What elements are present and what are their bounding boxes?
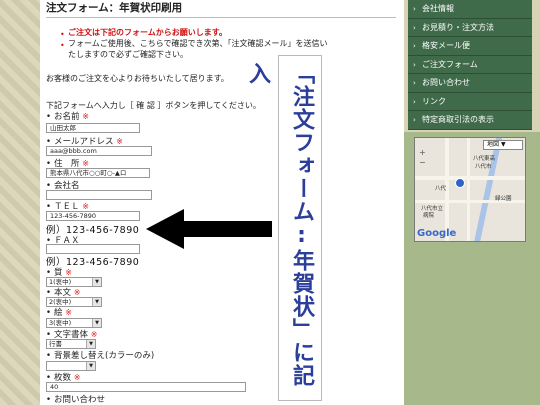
chevron-right-icon: › — [413, 5, 416, 13]
map-zoom-controls: + − — [419, 148, 426, 168]
background-select[interactable]: ▼ — [46, 361, 96, 371]
callout-box: 「注文フォーム:年賀状」に記入 — [245, 55, 322, 401]
dropdown-arrow-icon: ▼ — [86, 362, 95, 370]
map-pin-icon[interactable] — [455, 178, 465, 188]
chevron-right-icon: › — [413, 97, 416, 106]
page-background-left — [0, 0, 40, 405]
nav-item-estimate[interactable]: › お見積り・注文方法 — [408, 18, 532, 37]
tel-input[interactable]: 123-456-7890 — [46, 211, 140, 221]
callout-text: 「注文フォーム:年賀状」に記入 — [245, 62, 314, 387]
notice-text-line-1: フォームご使用後、こちらで確認でき次第、「注文確認メール」を送信い — [68, 39, 328, 48]
name-input[interactable]: 山田太郎 — [46, 123, 140, 133]
chevron-right-icon: › — [413, 23, 416, 32]
notice-red: ご注文は下記のフォームからお願いします。 — [68, 28, 227, 37]
zoom-out-icon[interactable]: − — [419, 158, 426, 168]
required-mark: ※ — [73, 288, 81, 297]
zoom-in-icon[interactable]: + — [419, 148, 426, 158]
nav-item-company[interactable]: › 会社情報 — [408, 0, 532, 19]
map-label: 病院 — [423, 213, 435, 219]
address-input[interactable]: 熊本県八代市○○町○-▲ロ — [46, 168, 150, 178]
map-type-select[interactable]: 地図 ▼ — [483, 140, 523, 150]
chevron-right-icon: › — [413, 60, 416, 69]
email-input[interactable]: aaa@bbb.com — [46, 146, 152, 156]
google-logo: Google — [417, 228, 457, 239]
nav-item-order-form[interactable]: › ご注文フォーム — [408, 55, 532, 74]
required-mark: ※ — [65, 268, 72, 277]
map-label: 緑公園 — [495, 196, 512, 202]
notice-text-line-2: たしますので必ずご確認下さい。 — [68, 50, 188, 59]
fax-input[interactable] — [46, 244, 140, 254]
nav-item-contact[interactable]: › お問い合わせ — [408, 74, 532, 93]
required-mark: ※ — [116, 137, 123, 146]
sidebar-nav: › 会社情報 › お見積り・注文方法 › 格安メール便 › ご注文フォーム › お問い合わ… — [408, 0, 532, 130]
chevron-right-icon: › — [413, 42, 416, 50]
required-mark: ※ — [82, 202, 89, 211]
company-input[interactable] — [46, 190, 152, 200]
required-mark: ※ — [82, 112, 89, 121]
map-label: 八代市 — [475, 164, 492, 170]
chevron-right-icon: › — [413, 116, 416, 124]
dropdown-arrow-icon: ▼ — [92, 298, 101, 306]
google-map[interactable]: 地図 ▼ + − 八代東高 八代市 八代 八代市立 病院 緑公園 Google — [414, 137, 526, 242]
count-input[interactable]: 40 — [46, 382, 246, 392]
map-road — [467, 138, 470, 241]
map-label: 八代東高 — [473, 156, 496, 162]
nav-item-mail[interactable]: › 格安メール便 — [408, 37, 532, 56]
dropdown-arrow-icon: ▼ — [92, 278, 101, 286]
bullet-icon: • — [60, 30, 65, 39]
nav-item-link[interactable]: › リンク — [408, 92, 532, 111]
chevron-right-icon: › — [413, 79, 416, 87]
bullet-icon: • — [60, 41, 65, 50]
picture-label: • 絵 ※ — [46, 308, 72, 318]
required-mark: ※ — [73, 373, 81, 382]
map-label: 八代 — [435, 186, 447, 192]
required-mark: ※ — [90, 330, 98, 339]
dropdown-arrow-icon: ▼ — [500, 141, 506, 148]
nav-item-legal[interactable]: › 特定商取引法の表示 — [408, 111, 532, 130]
background-label: • 背景差し替え(カラーのみ) — [46, 351, 155, 361]
required-mark: ※ — [82, 159, 89, 168]
main-content: 注文フォーム：年賀状印刷用 • ご注文は下記のフォームからお願いします。 • フ… — [40, 0, 404, 405]
dropdown-arrow-icon: ▼ — [92, 319, 101, 327]
name-label: • お名前 ※ — [46, 112, 89, 122]
required-mark: ※ — [65, 308, 72, 317]
picture-select[interactable]: 3(衷中) ▼ — [46, 318, 102, 328]
pointer-arrow-icon — [146, 209, 272, 249]
dropdown-arrow-icon: ▼ — [86, 340, 95, 348]
map-road — [415, 176, 525, 180]
form-title: 注文フォーム：年賀状印刷用 — [46, 0, 396, 18]
inquiry-label: • お問い合わせ — [46, 395, 106, 405]
welcome-text: お客様のご注文を心よりお待ちいたして居ります。 — [46, 74, 229, 83]
font-select[interactable]: 行書 ▼ — [46, 339, 96, 349]
